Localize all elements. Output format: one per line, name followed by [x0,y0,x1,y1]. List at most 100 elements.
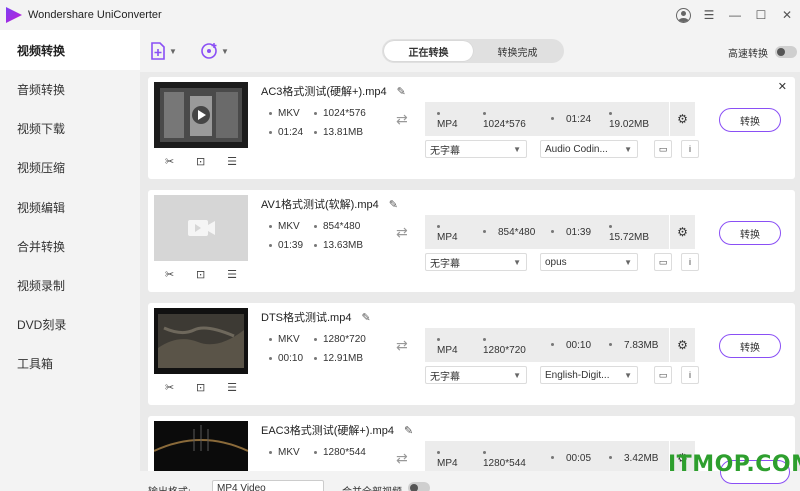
src-size: 12.91MB [323,353,364,364]
chevron-down-icon: ▼ [513,370,521,380]
chevron-down-icon: ▼ [624,257,632,267]
subtitle-edit-icon[interactable]: ▭ [654,140,672,158]
effects-icon[interactable]: ☰ [227,381,237,394]
tab-finished[interactable]: 转换完成 [473,41,562,61]
add-disc-button[interactable]: ▼ [200,42,229,60]
sidebar-item-label: 工具箱 [17,357,54,372]
src-format: MKV [278,334,300,345]
sidebar-item-video-download[interactable]: 视频下载 [0,109,140,148]
merge-all-toggle[interactable] [408,482,430,491]
shuffle-arrow-icon: ⇄ [396,450,408,466]
thumbnail-tools: ✂ ⊡ ☰ [154,265,248,283]
edit-icon[interactable]: ✎ [404,424,413,437]
high-speed-toggle[interactable] [775,46,797,58]
target-info[interactable]: MP4 1024*576 01:24 19.02MB [425,102,669,136]
settings-gear-icon[interactable]: ⚙ [669,102,695,136]
edit-icon[interactable]: ✎ [397,85,406,98]
file-name-text: AV1格式测试(软解).mp4 [261,199,379,211]
info-icon[interactable]: i [681,140,699,158]
tgt-size: 3.42MB [624,452,659,464]
crop-icon[interactable]: ⊡ [196,268,205,281]
sidebar-item-audio-convert[interactable]: 音频转换 [0,70,140,109]
src-duration: 00:10 [278,353,304,364]
subtitle-select[interactable]: 无字幕 ▼ [425,253,527,271]
user-icon [675,7,691,23]
audio-select[interactable]: English-Digit... ▼ [540,366,638,384]
convert-button[interactable]: 转换 [719,108,781,132]
add-file-button[interactable]: ▼ [150,42,177,60]
target-info[interactable]: MP4 854*480 01:39 15.72MB [425,215,669,249]
src-format: MKV [278,108,300,119]
tgt-duration: 00:05 [566,452,592,464]
file-card: ✂ ⊡ ☰ AV1格式测试(软解).mp4 ✎ MKV 854*480 01:39 1… [148,190,795,292]
disc-icon [201,43,217,59]
remove-file-icon[interactable]: ✕ [778,80,787,93]
audio-value: Audio Codin... [545,143,608,155]
info-icon[interactable]: i [681,366,699,384]
convert-button[interactable]: 转换 [719,334,781,358]
video-thumbnail[interactable] [154,195,248,261]
user-account-button[interactable] [670,0,696,30]
menu-icon: ☰ [703,8,715,22]
tgt-resolution: 1280*544 [483,458,526,469]
sidebar-item-video-edit[interactable]: 视频编辑 [0,188,140,227]
output-format-select[interactable]: MP4 Video [212,480,324,491]
subtitle-edit-icon[interactable]: ▭ [654,366,672,384]
sidebar: 视频转换 音频转换 视频下载 视频压缩 视频编辑 合并转换 视频录制 DVD刻录… [0,30,140,491]
tgt-resolution: 1024*576 [483,119,526,130]
thumbnail-tools: ✂ ⊡ ☰ [154,378,248,396]
edit-icon[interactable]: ✎ [361,311,370,324]
subtitle-select[interactable]: 无字幕 ▼ [425,366,527,384]
crop-icon[interactable]: ⊡ [196,155,205,168]
status-tabs: 正在转换 转换完成 [382,39,564,63]
info-icon[interactable]: i [681,253,699,271]
sidebar-item-dvd[interactable]: DVD刻录 [0,305,140,344]
video-thumbnail[interactable] [153,421,249,476]
settings-gear-icon[interactable]: ⚙ [669,215,695,249]
effects-icon[interactable]: ☰ [227,155,237,168]
video-thumbnail[interactable] [154,82,248,148]
source-info: MKV 854*480 01:39 13.63MB [269,217,389,255]
subtitle-select[interactable]: 无字幕 ▼ [425,140,527,158]
target-info[interactable]: MP4 1280*544 00:05 3.42MB [425,441,669,475]
file-name: EAC3格式测试(硬解+).mp4 ✎ [261,422,413,438]
edit-icon[interactable]: ✎ [389,198,398,211]
sidebar-item-label: 合并转换 [17,239,66,254]
effects-icon[interactable]: ☰ [227,268,237,281]
settings-gear-icon[interactable]: ⚙ [669,328,695,362]
menu-button[interactable]: ☰ [696,0,722,30]
sidebar-item-video-convert[interactable]: 视频转换 [0,30,140,70]
convert-button[interactable]: 转换 [719,221,781,245]
video-thumbnail[interactable] [154,308,248,374]
src-resolution: 1024*576 [323,108,366,119]
sidebar-item-toolbox[interactable]: 工具箱 [0,344,140,383]
sidebar-item-label: 视频录制 [17,279,66,294]
cut-icon[interactable]: ✂ [165,381,174,394]
src-resolution: 1280*720 [323,334,366,345]
main-panel: ▼ ▼ 正在转换 转换完成 高速转换 ✕ ✂ ⊡ ☰ AC3格式测试(硬解+).… [140,30,800,491]
shuffle-arrow-icon: ⇄ [396,337,408,353]
audio-select[interactable]: opus ▼ [540,253,638,271]
target-info[interactable]: MP4 1280*720 00:10 7.83MB [425,328,669,362]
chevron-down-icon: ▼ [624,144,632,154]
tgt-duration: 01:24 [566,113,592,125]
tab-converting[interactable]: 正在转换 [384,41,473,61]
close-button[interactable]: ✕ [774,0,800,30]
file-name-text: AC3格式测试(硬解+).mp4 [261,86,387,98]
maximize-button[interactable]: ☐ [748,0,774,30]
src-size: 13.63MB [323,240,364,251]
sidebar-item-record[interactable]: 视频录制 [0,266,140,305]
subtitle-edit-icon[interactable]: ▭ [654,253,672,271]
src-resolution: 854*480 [323,221,361,232]
sidebar-item-video-compress[interactable]: 视频压缩 [0,148,140,187]
sidebar-item-label: DVD刻录 [17,318,67,333]
cut-icon[interactable]: ✂ [165,155,174,168]
cut-icon[interactable]: ✂ [165,268,174,281]
maximize-icon: ☐ [755,8,767,22]
minimize-button[interactable]: — [722,0,748,30]
tgt-size: 15.72MB [609,232,650,243]
file-name: AC3格式测试(硬解+).mp4 ✎ [261,83,406,99]
sidebar-item-merge[interactable]: 合并转换 [0,227,140,266]
crop-icon[interactable]: ⊡ [196,381,205,394]
audio-select[interactable]: Audio Codin... ▼ [540,140,638,158]
